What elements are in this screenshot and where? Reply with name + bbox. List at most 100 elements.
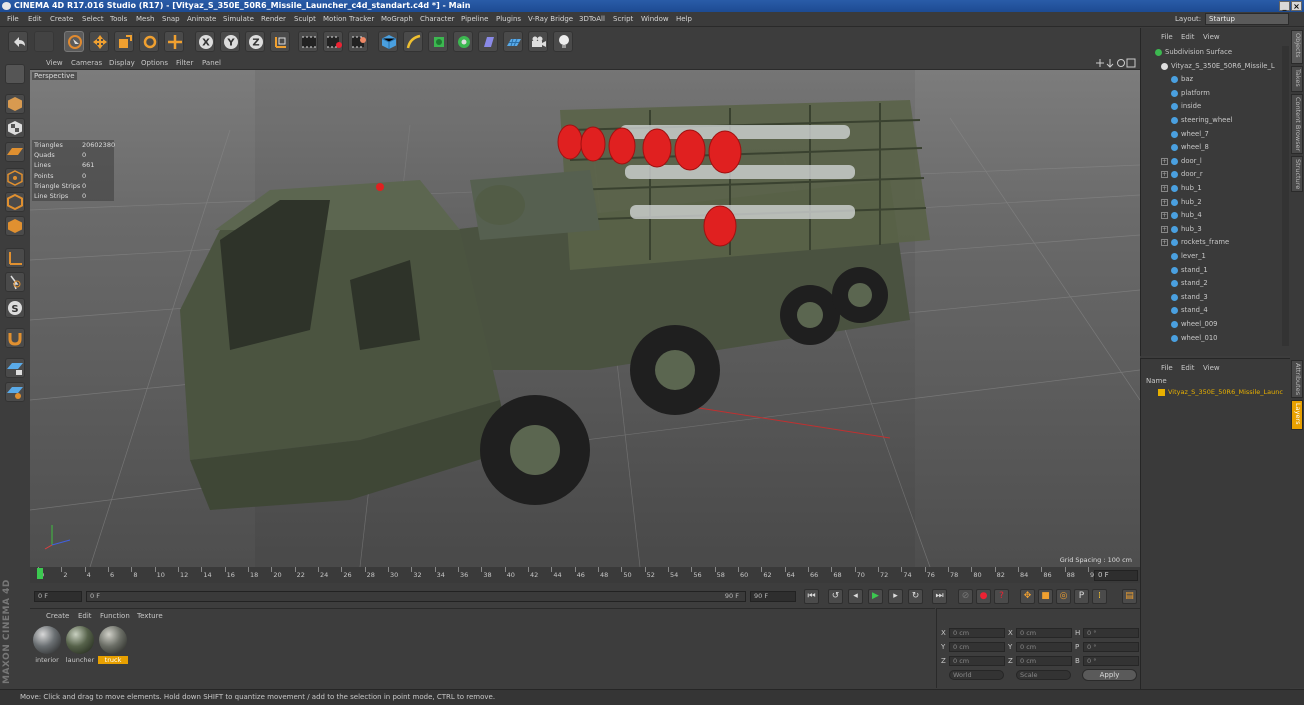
menu-tools[interactable]: Tools bbox=[110, 15, 127, 23]
deformer-button[interactable] bbox=[478, 31, 498, 52]
size-mode-dropdown[interactable]: Scale bbox=[1016, 670, 1071, 680]
object-row[interactable]: baz bbox=[1141, 73, 1281, 86]
workplane-mode-button[interactable] bbox=[5, 142, 25, 162]
axis-mode-button[interactable] bbox=[5, 248, 25, 268]
mat-menu-texture[interactable]: Texture bbox=[137, 612, 163, 620]
menu-snap[interactable]: Snap bbox=[162, 15, 180, 23]
magnet-button[interactable] bbox=[5, 328, 25, 348]
undo-button[interactable] bbox=[8, 31, 28, 52]
menu-sculpt[interactable]: Sculpt bbox=[294, 15, 316, 23]
close-button[interactable]: × bbox=[1291, 1, 1302, 11]
menu-simulate[interactable]: Simulate bbox=[223, 15, 254, 23]
tab-layers[interactable]: Layers bbox=[1291, 400, 1303, 430]
menu-mograph[interactable]: MoGraph bbox=[381, 15, 413, 23]
scale-tool-button[interactable] bbox=[114, 31, 134, 52]
object-row[interactable]: wheel_7 bbox=[1141, 128, 1281, 141]
subdivision-surface-button[interactable] bbox=[428, 31, 448, 52]
floor-object-button[interactable] bbox=[503, 31, 523, 52]
object-row[interactable]: + rockets_frame bbox=[1141, 236, 1281, 249]
frame-range-slider[interactable]: 0 F 90 F bbox=[86, 591, 746, 602]
coord-system-dropdown[interactable]: World bbox=[949, 670, 1004, 680]
menu-render[interactable]: Render bbox=[261, 15, 286, 23]
layer-menu-view[interactable]: View bbox=[1203, 364, 1220, 372]
pen-spline-button[interactable] bbox=[403, 31, 423, 52]
expand-icon[interactable]: + bbox=[1161, 212, 1168, 220]
record-button[interactable]: ● bbox=[976, 589, 991, 604]
tab-objects[interactable]: Objects bbox=[1291, 30, 1303, 64]
rot-b-field[interactable]: 0 ° bbox=[1083, 656, 1139, 666]
play-button[interactable]: ▶ bbox=[868, 589, 883, 604]
material-swatch[interactable]: interior bbox=[32, 626, 62, 664]
light-object-button[interactable] bbox=[553, 31, 573, 52]
object-row[interactable]: + door_r bbox=[1141, 168, 1281, 181]
playhead[interactable] bbox=[37, 568, 43, 579]
object-row[interactable]: + door_l bbox=[1141, 155, 1281, 168]
z-axis-button[interactable]: Z bbox=[245, 31, 265, 52]
obj-menu-edit[interactable]: Edit bbox=[1181, 33, 1195, 41]
x-axis-button[interactable]: X bbox=[195, 31, 215, 52]
snap-button[interactable]: S bbox=[5, 298, 25, 318]
current-frame-field[interactable]: 0 F bbox=[1094, 570, 1138, 581]
pos-x-field[interactable]: 0 cm bbox=[949, 628, 1005, 638]
render-picture-viewer-button[interactable] bbox=[323, 31, 343, 52]
object-row[interactable]: steering_wheel bbox=[1141, 114, 1281, 127]
3d-viewport[interactable]: Perspective Triangles 20602380 Quads 0 Lin… bbox=[30, 70, 1140, 567]
obj-menu-view[interactable]: View bbox=[1203, 33, 1220, 41]
redo-button[interactable] bbox=[34, 31, 54, 52]
key-pla-button[interactable]: ⁞ bbox=[1092, 589, 1107, 604]
vp-menu-panel[interactable]: Panel bbox=[202, 59, 221, 67]
mat-menu-function[interactable]: Function bbox=[100, 612, 130, 620]
tweak-mode-button[interactable] bbox=[5, 272, 25, 292]
expand-icon[interactable]: + bbox=[1161, 198, 1168, 206]
object-row[interactable]: lever_1 bbox=[1141, 250, 1281, 263]
tab-attributes[interactable]: Attributes bbox=[1291, 360, 1303, 398]
material-swatch-selected[interactable]: truck bbox=[98, 626, 128, 664]
menu-character[interactable]: Character bbox=[420, 15, 455, 23]
object-row[interactable]: stand_3 bbox=[1141, 291, 1281, 304]
key-rotation-button[interactable]: ◎ bbox=[1056, 589, 1071, 604]
key-scale-button[interactable]: ■ bbox=[1038, 589, 1053, 604]
pos-z-field[interactable]: 0 cm bbox=[949, 656, 1005, 666]
model-mode-button[interactable] bbox=[5, 94, 25, 114]
mat-menu-edit[interactable]: Edit bbox=[78, 612, 92, 620]
move-tool-button[interactable] bbox=[89, 31, 109, 52]
start-frame-field[interactable]: 0 F bbox=[34, 591, 82, 602]
key-position-button[interactable]: ✥ bbox=[1020, 589, 1035, 604]
make-editable-button[interactable] bbox=[5, 64, 25, 84]
vp-menu-cameras[interactable]: Cameras bbox=[71, 59, 102, 67]
tab-takes[interactable]: Takes bbox=[1291, 66, 1303, 92]
timeline-ruler[interactable]: 0246810121416182022242628303234363840424… bbox=[30, 567, 1140, 583]
previous-frame-button[interactable]: ◂ bbox=[848, 589, 863, 604]
minimize-button[interactable]: _ bbox=[1279, 1, 1290, 11]
object-scrollbar[interactable] bbox=[1282, 46, 1289, 346]
lock-workplane-button[interactable] bbox=[5, 358, 25, 378]
render-view-button[interactable] bbox=[298, 31, 318, 52]
menu-pipeline[interactable]: Pipeline bbox=[461, 15, 488, 23]
menu-motion-tracker[interactable]: Motion Tracker bbox=[323, 15, 374, 23]
motion-path-icon[interactable]: ⊘ bbox=[958, 589, 973, 604]
rot-p-field[interactable]: 0 ° bbox=[1083, 642, 1139, 652]
polygons-mode-button[interactable] bbox=[5, 216, 25, 236]
object-row[interactable]: + hub_4 bbox=[1141, 209, 1281, 222]
object-row[interactable]: Subdivision Surface bbox=[1141, 46, 1281, 59]
apply-button[interactable]: Apply bbox=[1082, 669, 1137, 681]
menu-file[interactable]: File bbox=[7, 15, 19, 23]
expand-icon[interactable]: + bbox=[1161, 225, 1168, 233]
menu-help[interactable]: Help bbox=[676, 15, 692, 23]
menu-plugins[interactable]: Plugins bbox=[496, 15, 521, 23]
timeline-window-button[interactable]: ▤ bbox=[1122, 589, 1137, 604]
layout-dropdown[interactable]: Startup bbox=[1205, 13, 1289, 25]
vp-menu-filter[interactable]: Filter bbox=[176, 59, 193, 67]
menu-script[interactable]: Script bbox=[613, 15, 633, 23]
object-row[interactable]: + hub_2 bbox=[1141, 196, 1281, 209]
texture-mode-button[interactable] bbox=[5, 118, 25, 138]
menu-animate[interactable]: Animate bbox=[187, 15, 216, 23]
vp-menu-view[interactable]: View bbox=[46, 59, 63, 67]
object-row[interactable]: inside bbox=[1141, 100, 1281, 113]
go-to-end-button[interactable]: ⏭ bbox=[932, 589, 947, 604]
cube-object-button[interactable] bbox=[378, 31, 398, 52]
material-swatch[interactable]: launcher bbox=[65, 626, 95, 664]
camera-object-button[interactable] bbox=[528, 31, 548, 52]
live-selection-button[interactable] bbox=[64, 31, 84, 52]
menu-edit[interactable]: Edit bbox=[28, 15, 42, 23]
